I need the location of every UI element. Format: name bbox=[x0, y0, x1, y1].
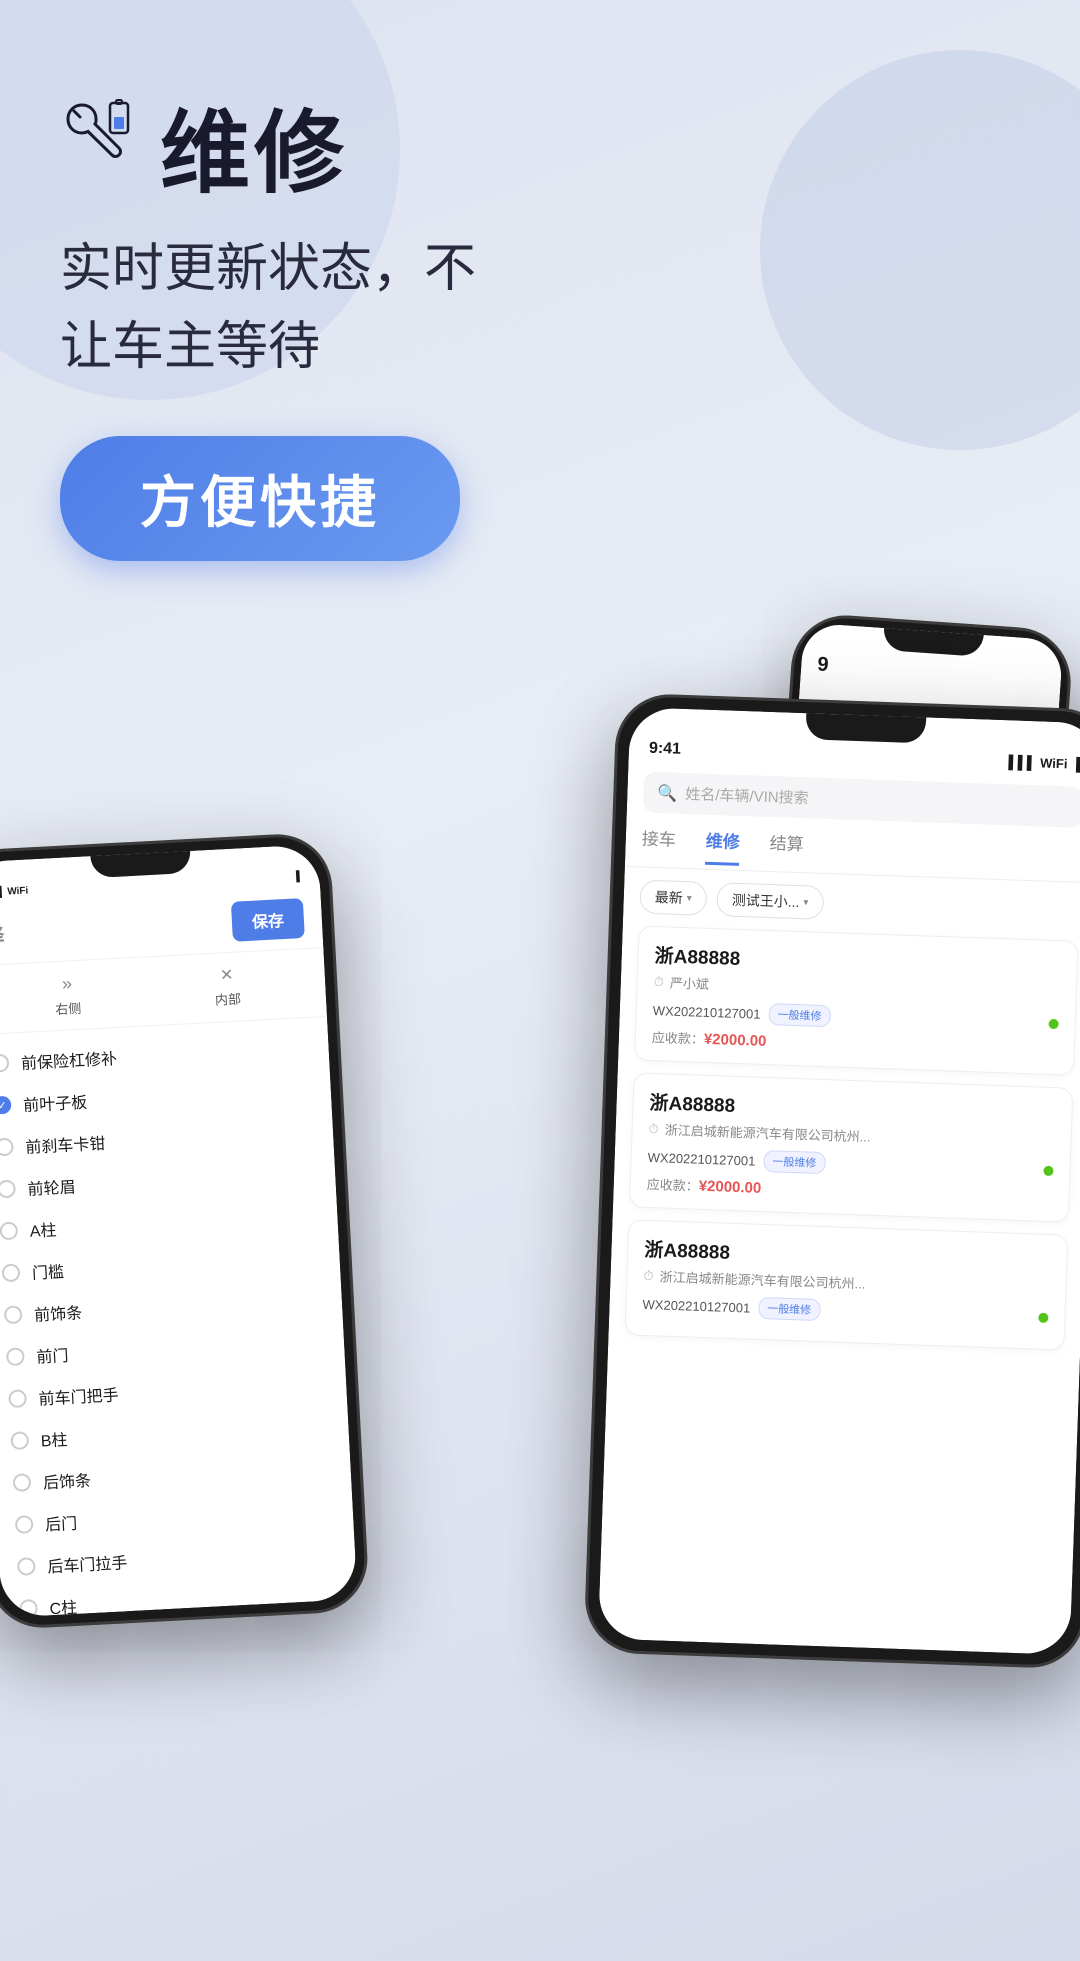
hero-section: 维修 实时更新状态，不 让车主等待 方便快捷 bbox=[0, 0, 1080, 601]
direction-inner[interactable]: ✕ 内部 bbox=[146, 961, 308, 1013]
hero-title: 维修 bbox=[160, 80, 348, 210]
part-name: 前门 bbox=[36, 1342, 69, 1368]
user-icon: ⏱ bbox=[648, 1120, 659, 1136]
status-dot bbox=[1048, 1019, 1058, 1029]
filter-button[interactable]: 最新 ▾ bbox=[639, 880, 707, 916]
filter-label: 最新 bbox=[654, 887, 683, 908]
part-name: C柱 bbox=[49, 1594, 78, 1618]
part-name: 前刹车卡钳 bbox=[25, 1130, 106, 1158]
left-screen-content: ▌▌▌ WiFi ▐ 译 保存 » 右侧 ✕ bbox=[0, 844, 358, 1618]
translate-label: 译 bbox=[0, 919, 5, 949]
wifi-icon: WiFi bbox=[1040, 755, 1068, 771]
part-name: 前保险杠修补 bbox=[20, 1045, 117, 1074]
phone-left: ▌▌▌ WiFi ▐ 译 保存 » 右侧 ✕ bbox=[0, 832, 370, 1631]
hero-button[interactable]: 方便快捷 bbox=[60, 436, 460, 561]
tab-结算[interactable]: 结算 bbox=[769, 829, 804, 868]
filter-label: 测试王小... bbox=[731, 890, 799, 912]
right-screen: 9:41 ▌▌▌ WiFi ▐ 🔍 姓名/车辆/VIN搜索 接车维修结算 bbox=[598, 707, 1080, 1655]
orders-list: 浙A88888 ⏱ 严小斌 WX202210127001 一般维修 应收款：¥2… bbox=[608, 925, 1080, 1351]
order-tag: 一般维修 bbox=[768, 1003, 831, 1027]
part-name: 后车门拉手 bbox=[47, 1549, 128, 1577]
battery-icon: ▐ bbox=[1071, 756, 1080, 771]
part-name: B柱 bbox=[40, 1426, 68, 1451]
radio-checked-icon: ✓ bbox=[0, 1096, 12, 1115]
right-screen-content: 9:41 ▌▌▌ WiFi ▐ 🔍 姓名/车辆/VIN搜索 接车维修结算 bbox=[598, 707, 1080, 1655]
hero-title-row: 维修 bbox=[60, 80, 1020, 210]
radio-unchecked-icon bbox=[2, 1263, 21, 1282]
tab-维修[interactable]: 维修 bbox=[705, 827, 740, 866]
tr-time: 9 bbox=[817, 653, 1046, 692]
search-icon: 🔍 bbox=[657, 783, 678, 804]
signal-icon: ▌▌▌ WiFi bbox=[0, 885, 29, 898]
part-name: 后饰条 bbox=[42, 1467, 91, 1493]
phones-container: 9 人 全 ▌▌▌ WiFi ▐ bbox=[0, 621, 1080, 1961]
save-button[interactable]: 保存 bbox=[231, 898, 305, 942]
order-card[interactable]: 浙A88888 ⏱ 严小斌 WX202210127001 一般维修 应收款：¥2… bbox=[634, 925, 1078, 1075]
part-name: A柱 bbox=[29, 1216, 57, 1241]
part-name: 前叶子板 bbox=[23, 1089, 88, 1116]
radio-unchecked-icon bbox=[15, 1515, 34, 1534]
battery-icon: ▐ bbox=[292, 871, 300, 882]
part-name: 前轮眉 bbox=[27, 1173, 76, 1199]
radio-unchecked-icon bbox=[4, 1305, 23, 1324]
order-tag: 一般维修 bbox=[763, 1150, 826, 1174]
order-card[interactable]: 浙A88888 ⏱ 浙江启城新能源汽车有限公司杭州... WX202210127… bbox=[624, 1219, 1068, 1350]
radio-unchecked-icon bbox=[10, 1431, 29, 1450]
left-screen: ▌▌▌ WiFi ▐ 译 保存 » 右侧 ✕ bbox=[0, 844, 358, 1618]
user-icon: ⏱ bbox=[643, 1267, 654, 1283]
tool-icon bbox=[60, 97, 140, 194]
status-dot bbox=[1043, 1166, 1053, 1176]
filter-button[interactable]: 测试王小... ▾ bbox=[716, 882, 824, 920]
radio-unchecked-icon bbox=[0, 1180, 16, 1199]
status-time: 9:41 bbox=[649, 740, 682, 759]
signal-bars-icon: ▌▌▌ bbox=[1008, 754, 1036, 770]
radio-unchecked-icon bbox=[8, 1389, 27, 1408]
order-card[interactable]: 浙A88888 ⏱ 浙江启城新能源汽车有限公司杭州... WX202210127… bbox=[629, 1072, 1073, 1222]
order-number: WX202210127001 bbox=[647, 1149, 755, 1168]
part-name: 门槛 bbox=[31, 1258, 64, 1284]
user-icon: ⏱ bbox=[654, 974, 665, 990]
order-number: WX202210127001 bbox=[653, 1003, 761, 1022]
order-tag: 一般维修 bbox=[758, 1297, 821, 1321]
order-number: WX202210127001 bbox=[642, 1296, 750, 1315]
part-name: 前车门把手 bbox=[38, 1381, 119, 1409]
search-bar[interactable]: 🔍 姓名/车辆/VIN搜索 bbox=[643, 772, 1080, 828]
parts-list: 前保险杠修补 ✓ 前叶子板前刹车卡钳前轮眉 A柱门槛前饰条前门前车门把手 B柱后饰条后门… bbox=[0, 1017, 358, 1618]
order-info-row: WX202210127001 一般维修 bbox=[642, 1293, 1049, 1329]
chevron-down-icon: ▾ bbox=[687, 893, 692, 904]
radio-unchecked-icon bbox=[17, 1557, 36, 1576]
search-placeholder: 姓名/车辆/VIN搜索 bbox=[685, 783, 809, 808]
hero-subtitle: 实时更新状态，不 让车主等待 bbox=[60, 230, 1020, 386]
radio-unchecked-icon bbox=[0, 1054, 9, 1073]
radio-unchecked-icon bbox=[0, 1138, 14, 1157]
part-name: 后门 bbox=[45, 1510, 78, 1536]
radio-unchecked-icon bbox=[19, 1599, 38, 1618]
tab-接车[interactable]: 接车 bbox=[641, 825, 676, 864]
chevron-down-icon: ▾ bbox=[803, 897, 808, 908]
status-icons: ▌▌▌ WiFi ▐ bbox=[1008, 754, 1080, 772]
status-dot bbox=[1038, 1313, 1048, 1323]
radio-unchecked-icon bbox=[0, 1221, 18, 1240]
part-name: 前饰条 bbox=[34, 1299, 83, 1325]
radio-unchecked-icon bbox=[6, 1347, 25, 1366]
phone-right: 9:41 ▌▌▌ WiFi ▐ 🔍 姓名/车辆/VIN搜索 接车维修结算 bbox=[583, 693, 1080, 1670]
direction-right[interactable]: » 右侧 bbox=[0, 969, 149, 1021]
radio-unchecked-icon bbox=[13, 1473, 32, 1492]
